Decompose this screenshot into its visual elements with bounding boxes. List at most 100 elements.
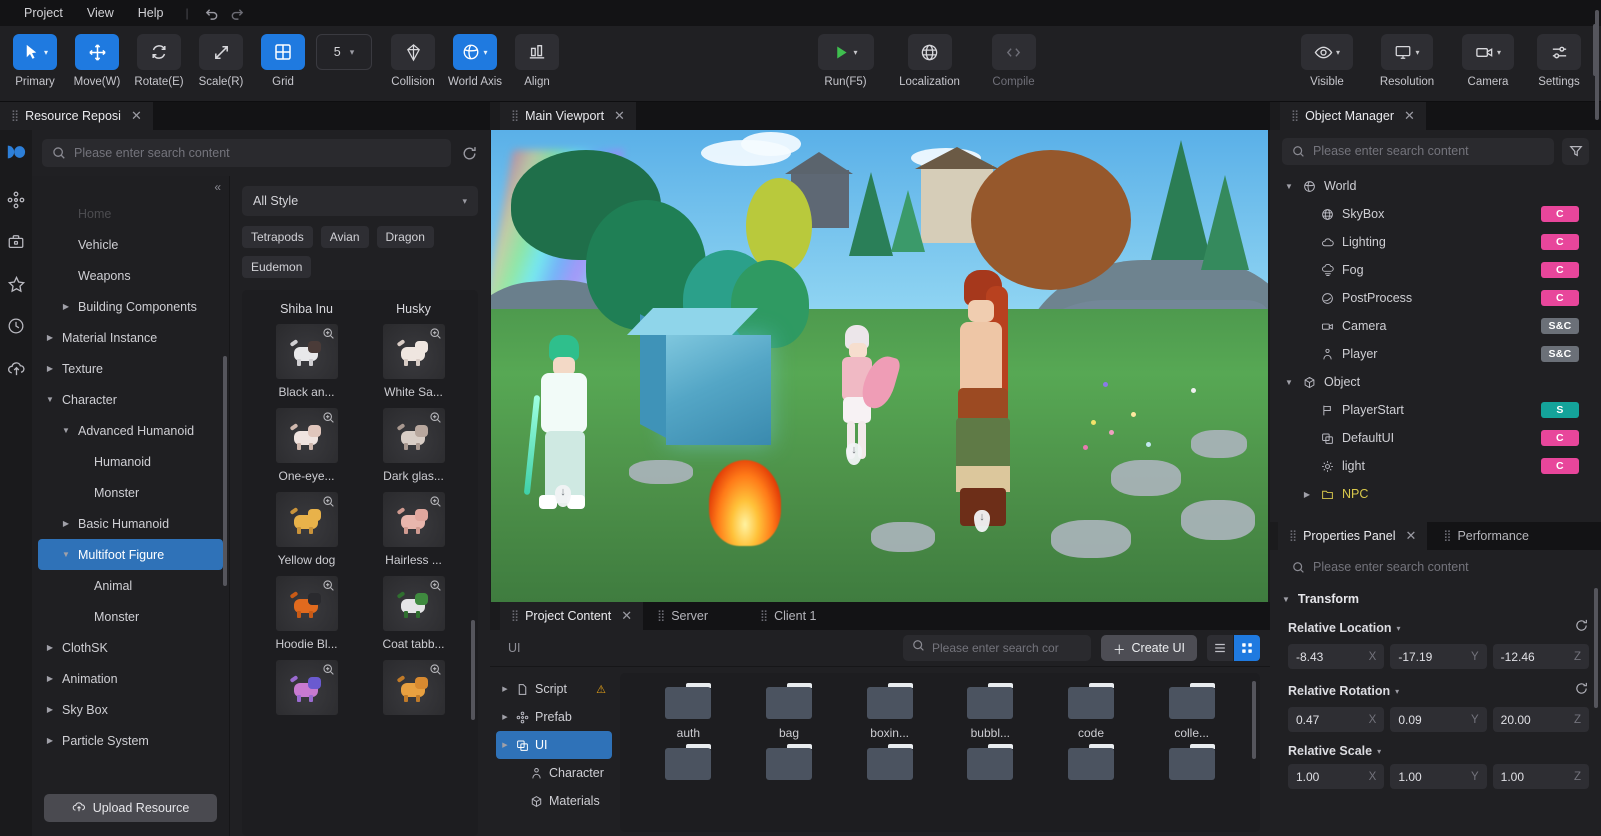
tab-main-viewport[interactable]: ⣿ Main Viewport ✕ <box>500 102 636 130</box>
asset-card[interactable]: One-eye... <box>256 408 357 483</box>
tab-server[interactable]: ⣿ Server <box>643 602 746 630</box>
object-item[interactable]: ▶SkyBoxC <box>1274 200 1601 228</box>
vector-field-x[interactable]: -8.43 X <box>1288 644 1385 669</box>
asset-card[interactable]: Coat tabb... <box>363 576 464 651</box>
folder-item[interactable]: bag <box>739 683 840 740</box>
vector-field-z[interactable]: -12.46 Z <box>1492 644 1589 669</box>
folder-item[interactable] <box>940 744 1041 780</box>
object-item[interactable]: ▼ World <box>1274 172 1601 200</box>
object-item[interactable]: ▶lightC <box>1274 452 1601 480</box>
zoom-preview-icon[interactable] <box>322 495 335 511</box>
project-tree-item[interactable]: ▶ Script ⚠ <box>496 675 612 703</box>
tab-object-manager[interactable]: ⣿ Object Manager ✕ <box>1280 102 1426 130</box>
folder-item[interactable] <box>638 744 739 780</box>
resource-tree-item[interactable]: ▼ Advanced Humanoid <box>38 415 223 446</box>
object-item[interactable]: ▶PlayerS&C <box>1274 340 1601 368</box>
resource-tree-item[interactable]: ▶ Basic Humanoid <box>38 508 223 539</box>
resource-tree-item[interactable]: ▶Humanoid <box>38 446 223 477</box>
reset-icon[interactable] <box>1574 618 1589 638</box>
asset-grid-scrollbar[interactable] <box>471 620 475 720</box>
zoom-preview-icon[interactable] <box>322 411 335 427</box>
content-search-input[interactable]: Please enter search cor <box>902 635 1091 661</box>
collapse-left-icon[interactable]: « <box>214 180 221 194</box>
tool-align[interactable]: Align <box>506 26 568 88</box>
close-icon[interactable]: ✕ <box>1405 528 1416 544</box>
tool-world-axis[interactable]: ▾ World Axis <box>444 26 506 88</box>
properties-search-input[interactable]: Please enter search content <box>1282 555 1589 580</box>
filter-icon[interactable] <box>1562 137 1589 165</box>
file-grid-scrollbar[interactable] <box>1252 681 1256 759</box>
main-viewport-canvas[interactable] <box>491 130 1268 602</box>
vector-field-x[interactable]: 0.47 X <box>1288 707 1385 732</box>
resource-tree-item[interactable]: ▶ Sky Box <box>38 694 223 725</box>
menu-view[interactable]: View <box>75 3 126 23</box>
category-chip[interactable]: Dragon <box>376 226 434 248</box>
resource-tree-item[interactable]: ▼ Character <box>38 384 223 415</box>
grid-size-select[interactable]: 5 ▾ <box>316 34 372 70</box>
tool-scale[interactable]: Scale(R) <box>190 26 252 88</box>
vector-field-x[interactable]: 1.00 X <box>1288 764 1385 789</box>
vector-field-y[interactable]: -17.19 Y <box>1390 644 1487 669</box>
category-chip[interactable]: Avian <box>320 226 369 248</box>
folder-item[interactable] <box>1041 744 1142 780</box>
category-chip[interactable]: Eudemon <box>242 256 312 278</box>
tab-project-content[interactable]: ⣿ Project Content ✕ <box>500 602 644 630</box>
folder-item[interactable] <box>839 744 940 780</box>
menu-help[interactable]: Help <box>126 3 176 23</box>
scene-character-red[interactable] <box>946 270 1024 540</box>
tool-primary[interactable]: ▾ Primary <box>4 26 66 88</box>
tool-run[interactable]: ▾ Run(F5) <box>808 26 884 88</box>
object-item[interactable]: ▶ NPC <box>1274 480 1601 508</box>
project-tree-item[interactable]: ▶ Prefab <box>496 703 612 731</box>
scene-character-fox[interactable] <box>829 325 902 475</box>
transform-section-header[interactable]: ▼ Transform <box>1270 584 1601 614</box>
asset-card[interactable]: Yellow dog <box>256 492 357 567</box>
tool-move[interactable]: Move(W) <box>66 26 128 88</box>
resource-tree-item[interactable]: ▶ Building Components <box>38 291 223 322</box>
object-item[interactable]: ▶LightingC <box>1274 228 1601 256</box>
object-item[interactable]: ▶DefaultUIC <box>1274 424 1601 452</box>
vector-field-z[interactable]: 1.00 Z <box>1492 764 1589 789</box>
asset-card[interactable] <box>363 660 464 721</box>
object-manager-scrollbar[interactable] <box>1593 24 1597 76</box>
asset-card[interactable] <box>256 660 357 721</box>
tool-grid[interactable]: Grid <box>252 26 314 88</box>
resource-tree-item[interactable]: ▶Monster <box>38 601 223 632</box>
grid-view-icon[interactable] <box>1234 635 1260 661</box>
tool-settings[interactable]: Settings <box>1525 26 1593 88</box>
close-icon[interactable]: ✕ <box>131 108 142 124</box>
close-icon[interactable]: ✕ <box>614 108 625 124</box>
scene-character-green[interactable] <box>523 335 601 525</box>
resource-tree-item[interactable]: ▶Vehicle <box>38 229 223 260</box>
vector-field-z[interactable]: 20.00 Z <box>1492 707 1589 732</box>
zoom-preview-icon[interactable] <box>429 327 442 343</box>
property-group-label-wrap[interactable]: Relative Rotation ▾ <box>1288 684 1399 698</box>
folder-item[interactable]: colle... <box>1141 683 1242 740</box>
folder-item[interactable]: auth <box>638 683 739 740</box>
resource-tree-item[interactable]: ▶Home <box>38 198 223 229</box>
object-manager-search-input[interactable]: Please enter search content <box>1282 137 1554 165</box>
folder-item[interactable]: bubbl... <box>940 683 1041 740</box>
object-item[interactable]: ▼ Object <box>1274 368 1601 396</box>
zoom-preview-icon[interactable] <box>429 579 442 595</box>
zoom-preview-icon[interactable] <box>322 579 335 595</box>
project-tree-item[interactable]: ▶Materials <box>496 787 612 815</box>
refresh-icon[interactable] <box>461 145 478 162</box>
tool-collision[interactable]: Collision <box>382 26 444 88</box>
upload-resource-button[interactable]: Upload Resource <box>44 794 217 822</box>
object-item[interactable]: ▶CameraS&C <box>1274 312 1601 340</box>
resource-tree-item[interactable]: ▶ Texture <box>38 353 223 384</box>
style-select[interactable]: All Style ▾ <box>242 186 478 216</box>
resource-tree-item[interactable]: ▶ Particle System <box>38 725 223 756</box>
close-icon[interactable]: ✕ <box>1404 108 1415 124</box>
asset-card[interactable]: White Sa... <box>363 324 464 399</box>
object-item[interactable]: ▶FogC <box>1274 256 1601 284</box>
folder-item[interactable]: boxin... <box>839 683 940 740</box>
resource-tree-item[interactable]: ▶ ClothSK <box>38 632 223 663</box>
toolbox-icon[interactable] <box>4 230 28 254</box>
create-ui-button[interactable]: ＋ Create UI <box>1100 635 1197 661</box>
resource-tree-item[interactable]: ▼ Multifoot Figure <box>38 539 223 570</box>
logo-icon[interactable] <box>4 140 28 164</box>
undo-icon[interactable] <box>199 2 225 24</box>
prefab-nodes-icon[interactable] <box>4 188 28 212</box>
